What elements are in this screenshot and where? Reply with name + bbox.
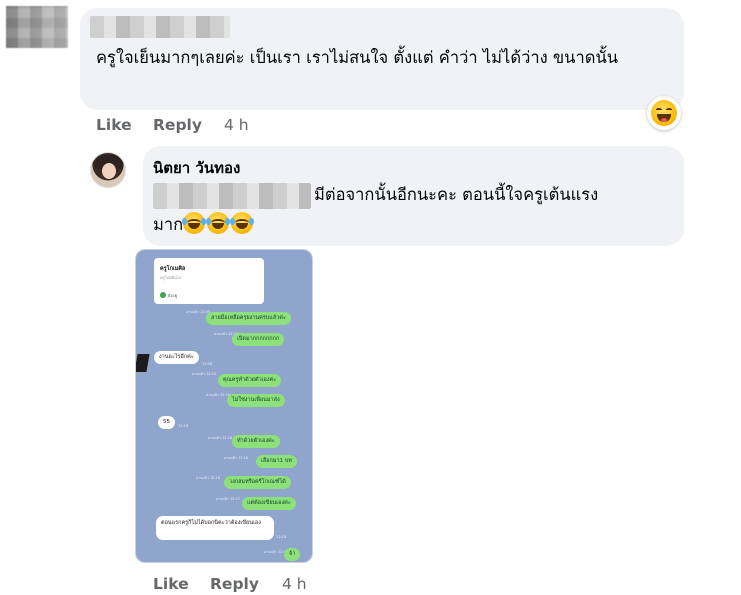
like-button[interactable]: Like [96, 116, 132, 134]
chat-message: ลายมือเหลือครุยงานครบแล้วค่ะ [206, 312, 291, 325]
card-status: ยังอยู่ [168, 293, 178, 298]
redaction-mark [136, 354, 150, 372]
blurred-mention [153, 183, 311, 209]
blurred-avatar[interactable] [6, 6, 68, 48]
author-name[interactable]: นิตยา วันทอง [153, 156, 240, 180]
timestamp[interactable]: 4 h [282, 575, 307, 593]
chat-message: ไม่ใช่งานเพื่อนมาส่ง [227, 394, 285, 407]
message-time: 12:06 [202, 362, 213, 366]
timestamp[interactable]: 4 h [224, 116, 249, 134]
rolling-on-floor-laughing-icon [182, 212, 207, 234]
rolling-on-floor-laughing-icon [230, 212, 255, 234]
chat-message: จ้า [284, 548, 301, 561]
message-time: อ่านแล้ว 12:16 [208, 436, 233, 440]
reaction-badge[interactable] [647, 96, 681, 130]
message-time: อ่านแล้ว 12:16 [196, 476, 221, 480]
avatar[interactable] [90, 152, 126, 188]
chat-message: เปิดมากกกกกกกก [232, 333, 285, 346]
chat-message: แต่ต้องเขียนเองค่ะ [242, 497, 296, 510]
reply-text-line2-word: มาก [153, 215, 184, 234]
message-time: 12:16 [178, 424, 189, 428]
message-time: 12:18 [276, 535, 287, 539]
chat-message: งานอะไรอีกค่ะ [154, 351, 199, 364]
card-title: ครูโกเมศิล [160, 266, 186, 272]
laughing-emoji-icon [651, 100, 677, 126]
message-time: อ่านแล้ว 12:15 [192, 372, 217, 376]
chat-profile-card: ครูโกเมศิล ครูไทยฝันไป ยังอยู่ [154, 258, 264, 304]
reply-button[interactable]: Reply [153, 116, 202, 134]
rolling-on-floor-laughing-icon [206, 212, 231, 234]
card-subtitle: ครูไทยฝันไป [160, 275, 182, 280]
comment-text: ครูใจเย็นมากๆเลยค่ะ เป็นเรา เราไม่สนใจ ต… [96, 48, 618, 67]
message-time: อ่านแล้ว 12:17 [216, 497, 241, 501]
chat-message: วงกลมหรือครีโกเณฑ์ได้ [224, 476, 291, 489]
like-button[interactable]: Like [153, 575, 189, 593]
reply-button[interactable]: Reply [210, 575, 259, 593]
attached-chat-screenshot[interactable]: ครูโกเมศิล ครูไทยฝันไป ยังอยู่ อ่านแล้ว … [135, 249, 313, 563]
message-time: อ่านแล้ว 12:16 [206, 393, 231, 397]
reply-text-line2: มาก [153, 210, 255, 240]
chat-message: 55 [158, 416, 175, 429]
reply-text-line1: มีต่อจากนั้นอีกนะคะ ตอนนี้ใจครูเต้นแรง [314, 185, 599, 204]
chat-message: ทำด้วยตัวเองค่ะ [232, 435, 280, 448]
message-time: อ่านแล้ว 12:16 [224, 456, 249, 460]
blurred-author-name[interactable] [90, 16, 230, 38]
status-dot-icon [160, 292, 166, 298]
chat-message: คุณครูทำด้วยตัวเองค่ะ [218, 374, 282, 387]
chat-message: ตอนแรกครูก็ไม่ได้บอกนิคะว่าต้องเขียนเอง [156, 516, 274, 540]
chat-message: เลือกมา1 บท [256, 455, 297, 468]
message-time: อ่านแล้ว 12:05 [186, 310, 211, 314]
